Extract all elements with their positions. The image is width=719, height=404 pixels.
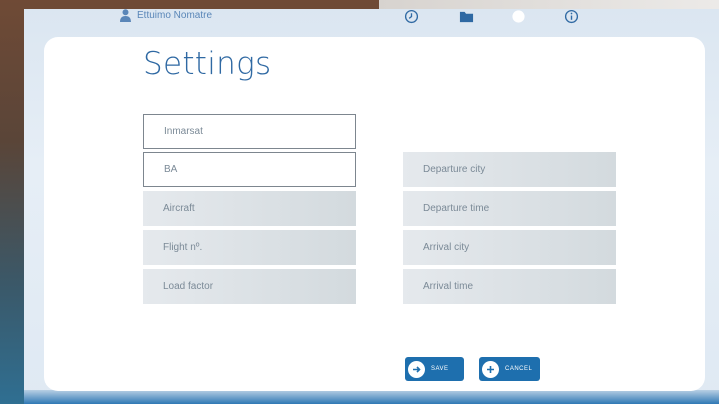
load-factor-field[interactable]: Load factor	[143, 269, 356, 304]
clock-icon[interactable]	[403, 8, 419, 24]
operator-field[interactable]: Inmarsat	[143, 114, 356, 149]
user-icon	[120, 9, 131, 22]
info-icon[interactable]	[563, 8, 579, 24]
departure-time-field[interactable]: Departure time	[403, 191, 616, 226]
user-profile[interactable]: Ettuimo Nomatre	[120, 9, 212, 22]
globe-icon[interactable]	[510, 8, 526, 24]
cancel-button[interactable]: CANCEL	[479, 357, 540, 381]
save-button[interactable]: SAVE	[405, 357, 464, 381]
airline-field[interactable]: BA	[143, 152, 356, 187]
save-icon	[408, 360, 425, 378]
cancel-icon	[482, 360, 499, 378]
aircraft-field[interactable]: Aircraft	[143, 191, 356, 226]
top-bar: Ettuimo Nomatre	[0, 0, 719, 34]
arrival-city-field[interactable]: Arrival city	[403, 230, 616, 265]
departure-city-field[interactable]: Departure city	[403, 152, 616, 187]
arrival-time-field[interactable]: Arrival time	[403, 269, 616, 304]
save-label: SAVE	[431, 366, 449, 372]
page-title: Settings	[143, 46, 272, 82]
user-name: Ettuimo Nomatre	[137, 10, 213, 21]
flight-number-field[interactable]: Flight nº.	[143, 230, 356, 265]
cancel-label: CANCEL	[505, 366, 533, 372]
folder-icon[interactable]	[458, 8, 474, 24]
